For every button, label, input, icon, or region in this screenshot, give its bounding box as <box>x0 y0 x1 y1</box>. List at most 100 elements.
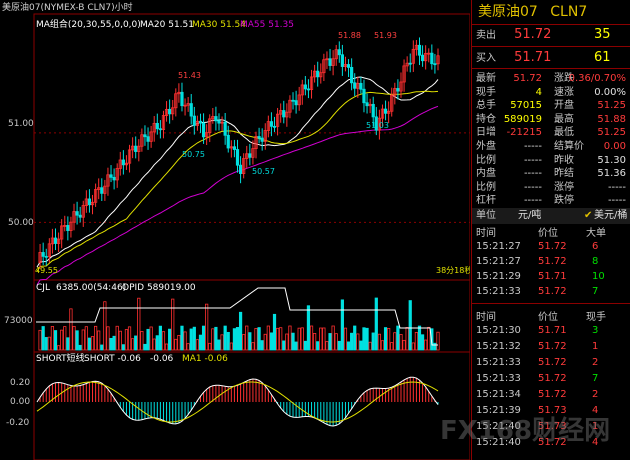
unit-bar[interactable]: 单位 元/吨 ✔ 美元/桶 <box>472 208 630 224</box>
stat-label: 杠杆 <box>476 195 496 207</box>
volume-bar <box>220 334 224 351</box>
tick-time: 15:21:27 <box>476 256 521 267</box>
volume-bar <box>390 342 394 351</box>
col-price: 价位 <box>538 228 558 239</box>
divider <box>472 46 630 47</box>
tick-row: 15:21:29 51.71 10 <box>476 270 626 283</box>
volume-bar <box>377 333 381 351</box>
stat-label: 比例 <box>476 181 496 193</box>
volume-bar <box>269 332 274 351</box>
candle-body <box>430 52 434 65</box>
candle-body <box>158 128 162 131</box>
candle-body <box>201 122 206 138</box>
volume-bar <box>229 342 233 351</box>
volume-bar <box>257 327 261 351</box>
volume-bar <box>417 325 422 351</box>
tick-price: 51.72 <box>538 357 567 368</box>
candle-body <box>420 54 425 62</box>
window-title: 美原油07(NYMEX-B CLN7)小时 <box>2 1 133 13</box>
volume-bar <box>322 327 326 351</box>
volume-bar <box>254 328 258 351</box>
col-time: 时间 <box>476 228 496 239</box>
tick-qty: 8 <box>592 256 599 267</box>
volume-bar <box>121 344 125 351</box>
osc-y-000: 0.00 <box>10 397 30 407</box>
tick-time: 15:21:30 <box>476 325 521 336</box>
volume-bar <box>195 339 199 351</box>
volume-bar <box>383 327 388 351</box>
stat-value: 51.88 <box>597 113 626 125</box>
contract-name: 美原油07 <box>478 4 538 20</box>
buy-price: 51.71 <box>514 50 552 65</box>
stat-value: -21215 <box>506 127 542 139</box>
tick-qty: 6 <box>592 241 599 252</box>
stat-label: 昨结 <box>554 168 574 180</box>
volume-bar <box>405 327 409 351</box>
volume-bar <box>245 325 249 351</box>
volume-bar <box>183 331 187 351</box>
volume-bar <box>309 325 314 351</box>
tick-row: 15:21:27 51.72 8 <box>476 255 626 268</box>
stat-value: 0.36/0.70% <box>568 73 626 84</box>
candle-body <box>433 63 437 66</box>
osc-panel-border <box>33 351 470 460</box>
volume-bar <box>393 332 397 351</box>
candle-body <box>235 149 240 166</box>
chart-svg[interactable]: 美原油07(NYMEX-B CLN7)小时 MA组合(20,30,55,0,0,… <box>0 0 470 460</box>
check-icon: ✔ <box>584 210 593 221</box>
volume-bar <box>41 326 45 351</box>
ticks1-header: 时间 价位 大单 <box>476 227 626 240</box>
annot-03: 51.03 <box>366 121 389 130</box>
stat-label: 总手 <box>476 100 496 112</box>
candle-body <box>371 103 375 118</box>
volume-bar <box>143 343 147 351</box>
volume-bar <box>300 327 304 351</box>
tick-row: 15:21:30 51.71 3 <box>476 324 626 337</box>
candle-body <box>121 159 125 166</box>
tick-qty: 2 <box>592 357 599 368</box>
sell-row[interactable]: 卖出 51.72 35 <box>476 28 611 41</box>
tick-row: 15:21:27 51.72 6 <box>476 240 626 253</box>
unit-cny[interactable]: 元/吨 <box>518 208 541 224</box>
candle-body <box>340 54 344 67</box>
volume-bar <box>66 337 70 351</box>
volume-bar <box>134 335 138 351</box>
contract-code: CLN7 <box>550 4 588 20</box>
volume-bar <box>103 301 107 351</box>
chart-pane[interactable]: 美原油07(NYMEX-B CLN7)小时 MA组合(20,30,55,0,0,… <box>0 0 470 460</box>
stat-label: 现手 <box>476 86 496 98</box>
unit-usd[interactable]: 美元/桶 <box>594 208 627 224</box>
volume-bar <box>297 327 301 351</box>
annot-high-1: 51.88 <box>338 31 361 40</box>
tick-row: 15:21:33 51.72 2 <box>476 356 626 369</box>
volume-bar <box>331 325 335 351</box>
volume-bar <box>155 335 159 351</box>
tick-qty: 1 <box>592 341 599 352</box>
volume-bar <box>47 336 51 351</box>
osc-y-020: 0.20 <box>10 378 30 388</box>
stat-value: ----- <box>523 195 542 207</box>
volume-bar <box>115 325 119 351</box>
volume-bar <box>408 300 412 351</box>
buy-row[interactable]: 买入 51.71 61 <box>476 50 611 65</box>
ma30-label: MA30 51.54 <box>192 20 246 30</box>
volume-bar <box>186 343 190 351</box>
col-big: 大单 <box>586 228 606 239</box>
stat-row: 内盘 ----- 昨结 51.36 <box>476 167 626 180</box>
stat-label: 结算价 <box>554 141 584 152</box>
volume-bar <box>69 308 73 351</box>
col-time: 时间 <box>476 312 496 323</box>
stat-label: 开盘 <box>554 100 574 112</box>
volume-bar <box>353 325 357 351</box>
footer-timer: 38分18秒 <box>436 265 470 275</box>
volume-bar <box>177 334 181 351</box>
stat-value: ----- <box>523 154 542 166</box>
osc-y-neg020: -0.20 <box>6 418 30 428</box>
tick-row: 15:21:34 51.72 2 <box>476 388 626 401</box>
stat-value: 51.36 <box>597 168 626 180</box>
candle-body <box>226 134 230 149</box>
quote-panel: 美原油07 CLN7 卖出 51.72 35 买入 51.71 61 最新 51.… <box>471 0 630 460</box>
candle-body <box>417 44 422 56</box>
volume-bar <box>325 341 329 351</box>
candle-body <box>44 255 48 258</box>
